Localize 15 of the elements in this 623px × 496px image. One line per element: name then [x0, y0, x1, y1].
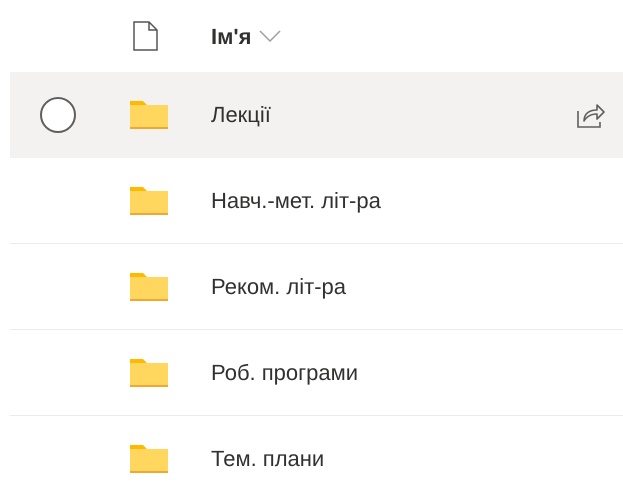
folder-row[interactable]: Лекції: [10, 72, 623, 158]
name-column-header[interactable]: Ім'я: [211, 20, 282, 52]
folder-name[interactable]: Реком. літ-ра: [211, 270, 346, 303]
folder-icon: [130, 358, 168, 386]
chevron-down-icon: [259, 30, 282, 42]
folder-icon: [130, 444, 168, 472]
folder-name[interactable]: Роб. програми: [211, 356, 358, 389]
folder-icon: [130, 186, 168, 214]
folder-name[interactable]: Тем. плани: [211, 442, 324, 475]
folder-icon: [130, 272, 168, 300]
file-type-icon[interactable]: [133, 21, 158, 51]
row-select-checkbox[interactable]: [40, 96, 76, 132]
folder-name[interactable]: Навч.-мет. літ-ра: [211, 184, 381, 217]
folder-icon: [130, 100, 168, 128]
folder-name[interactable]: Лекції: [211, 98, 271, 131]
